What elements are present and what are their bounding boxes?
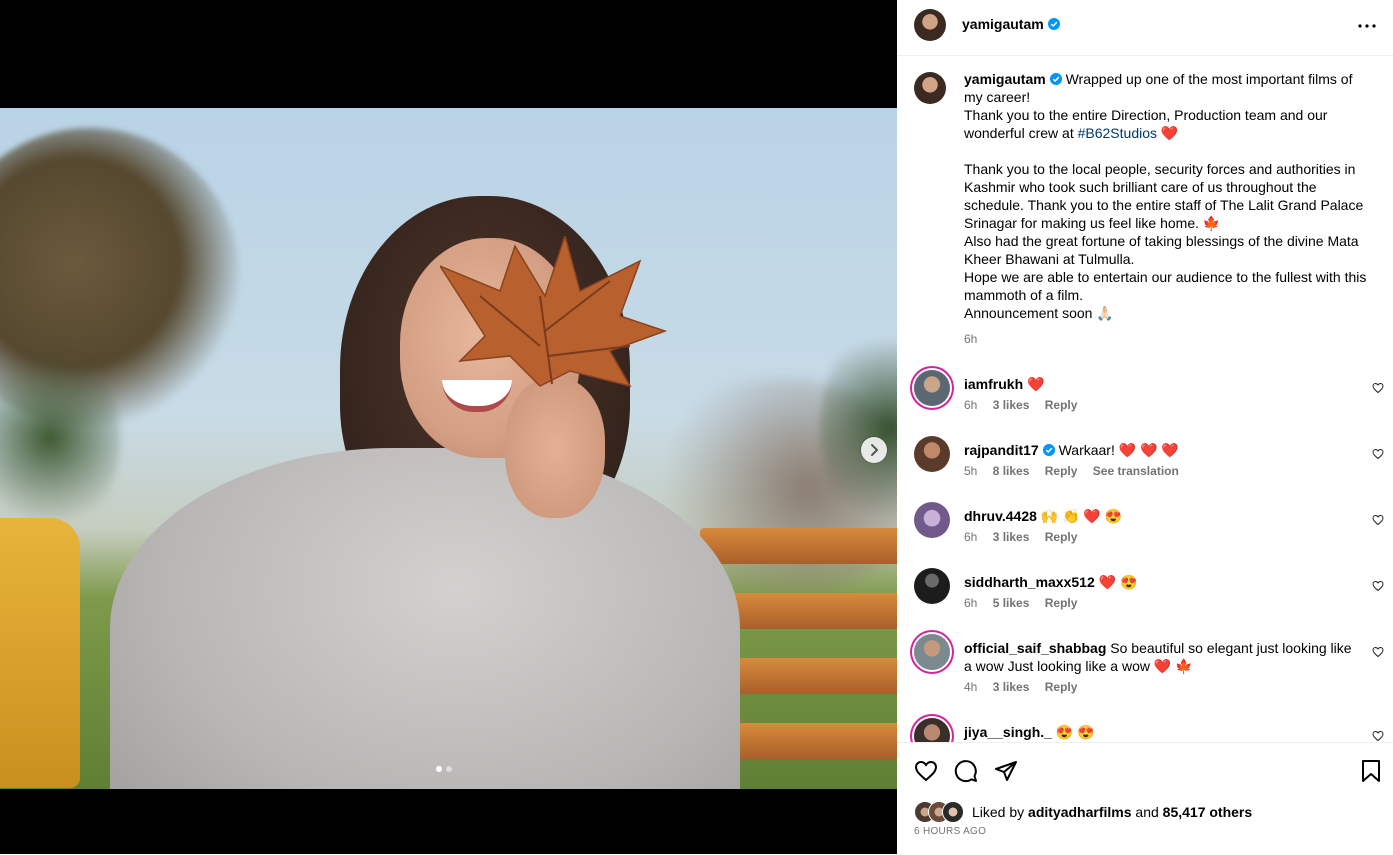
comment-username[interactable]: iamfrukh bbox=[964, 376, 1023, 392]
more-options-icon[interactable] bbox=[1355, 14, 1379, 38]
see-translation-button[interactable]: See translation bbox=[1093, 464, 1179, 478]
comments-scroll[interactable]: yamigautam Wrapped up one of the most im… bbox=[897, 56, 1393, 742]
comment-likes[interactable]: 5 likes bbox=[993, 596, 1030, 610]
comment-item: official_saif_shabbag So beautiful so el… bbox=[914, 634, 1384, 710]
commenter-avatar[interactable] bbox=[914, 436, 950, 472]
comment-meta: 4h 3 likes Reply bbox=[964, 680, 1089, 694]
caption-avatar[interactable] bbox=[914, 72, 946, 104]
comment-likes[interactable]: 3 likes bbox=[993, 680, 1030, 694]
comment-text: ❤️ 😍 bbox=[1098, 574, 1138, 590]
reply-button[interactable]: Reply bbox=[1045, 464, 1078, 478]
comment-username[interactable]: siddharth_maxx512 bbox=[964, 574, 1095, 590]
heart-icon[interactable] bbox=[1372, 580, 1384, 592]
comment-text: ❤️ bbox=[1027, 376, 1045, 392]
post-header: yamigautam bbox=[897, 0, 1393, 56]
liked-by-avatars bbox=[914, 801, 966, 823]
share-icon[interactable] bbox=[994, 759, 1018, 783]
comment-age: 6h bbox=[964, 398, 978, 412]
comment-text: Warkaar! ❤️ ❤️ ❤️ bbox=[1058, 442, 1179, 458]
chevron-right-icon bbox=[871, 444, 879, 456]
caption-line2: Thank you to the entire Direction, Produ… bbox=[964, 107, 1328, 141]
reply-button[interactable]: Reply bbox=[1045, 530, 1078, 544]
post-actions: Liked by adityadharfilms and 85,417 othe… bbox=[897, 742, 1393, 855]
comment-item: dhruv.4428 🙌 👏 ❤️ 😍 6h 3 likes Reply bbox=[914, 502, 1384, 562]
header-username[interactable]: yamigautam bbox=[962, 16, 1060, 32]
heart-icon[interactable] bbox=[914, 759, 938, 783]
comment-text: 🙌 👏 ❤️ 😍 bbox=[1040, 508, 1123, 524]
caption-para2: Thank you to the local people, security … bbox=[964, 161, 1367, 321]
comment-meta: 6h 5 likes Reply bbox=[964, 596, 1089, 610]
post-timestamp: 6 HOURS AGO bbox=[914, 826, 987, 837]
post-media bbox=[0, 0, 897, 854]
likes-count[interactable]: 85,417 others bbox=[1163, 804, 1253, 820]
comment-icon[interactable] bbox=[954, 759, 978, 783]
caption-age: 6h bbox=[964, 332, 978, 346]
caption-username[interactable]: yamigautam bbox=[964, 71, 1046, 87]
heart-icon[interactable] bbox=[1372, 730, 1384, 742]
caption-first: yamigautam Wrapped up one of the most im… bbox=[964, 70, 1374, 106]
owner-avatar[interactable] bbox=[914, 9, 946, 41]
comment-meta: 5h 8 likes Reply See translation bbox=[964, 464, 1191, 478]
bookmark-icon[interactable] bbox=[1359, 759, 1383, 783]
commenter-avatar[interactable] bbox=[914, 634, 950, 670]
comment-age: 6h bbox=[964, 596, 978, 610]
liked-by-text: Liked by adityadharfilms and 85,417 othe… bbox=[972, 804, 1253, 820]
comment-item: siddharth_maxx512 ❤️ 😍 6h 5 likes Reply bbox=[914, 568, 1384, 628]
comment-age: 4h bbox=[964, 680, 978, 694]
comment-username[interactable]: rajpandit17 bbox=[964, 442, 1039, 458]
post-photo bbox=[0, 108, 897, 789]
comment-likes[interactable]: 3 likes bbox=[993, 398, 1030, 412]
comment-username[interactable]: jiya__singh._ bbox=[964, 724, 1052, 740]
comment-age: 5h bbox=[964, 464, 978, 478]
heart-icon[interactable] bbox=[1372, 448, 1384, 460]
liked-by-user[interactable]: adityadharfilms bbox=[1028, 804, 1131, 820]
comment-text: 😍 😍 bbox=[1055, 724, 1095, 740]
commenter-avatar[interactable] bbox=[914, 502, 950, 538]
comment-item: jiya__singh._ 😍 😍 bbox=[914, 718, 1384, 742]
comment-item: iamfrukh ❤️ 6h 3 likes Reply bbox=[914, 370, 1384, 430]
post-side-panel: yamigautam yamigautam Wrapped up one of … bbox=[897, 0, 1393, 855]
comment-likes[interactable]: 3 likes bbox=[993, 530, 1030, 544]
comment-likes[interactable]: 8 likes bbox=[993, 464, 1030, 478]
comment-username[interactable]: official_saif_shabbag bbox=[964, 640, 1106, 656]
heart-icon[interactable] bbox=[1372, 646, 1384, 658]
commenter-avatar[interactable] bbox=[914, 718, 950, 742]
comment-item: rajpandit17 Warkaar! ❤️ ❤️ ❤️ 5h 8 likes… bbox=[914, 436, 1384, 496]
commenter-avatar[interactable] bbox=[914, 370, 950, 406]
comment-username[interactable]: dhruv.4428 bbox=[964, 508, 1037, 524]
reply-button[interactable]: Reply bbox=[1045, 596, 1078, 610]
reply-button[interactable]: Reply bbox=[1045, 398, 1078, 412]
comment-meta: 6h 3 likes Reply bbox=[964, 530, 1089, 544]
commenter-avatar[interactable] bbox=[914, 568, 950, 604]
reply-button[interactable]: Reply bbox=[1045, 680, 1078, 694]
hashtag-link[interactable]: #B62Studios bbox=[1078, 125, 1157, 141]
heart-icon[interactable] bbox=[1372, 514, 1384, 526]
comment-meta: 6h 3 likes Reply bbox=[964, 398, 1089, 412]
comment-age: 6h bbox=[964, 530, 978, 544]
verified-badge-icon bbox=[1042, 444, 1055, 456]
next-image-button[interactable] bbox=[861, 437, 887, 463]
carousel-dots bbox=[436, 766, 452, 772]
leaf-shape bbox=[440, 236, 668, 388]
verified-badge-icon bbox=[1049, 73, 1062, 85]
verified-badge-icon bbox=[1047, 18, 1060, 30]
heart-icon[interactable] bbox=[1372, 382, 1384, 394]
